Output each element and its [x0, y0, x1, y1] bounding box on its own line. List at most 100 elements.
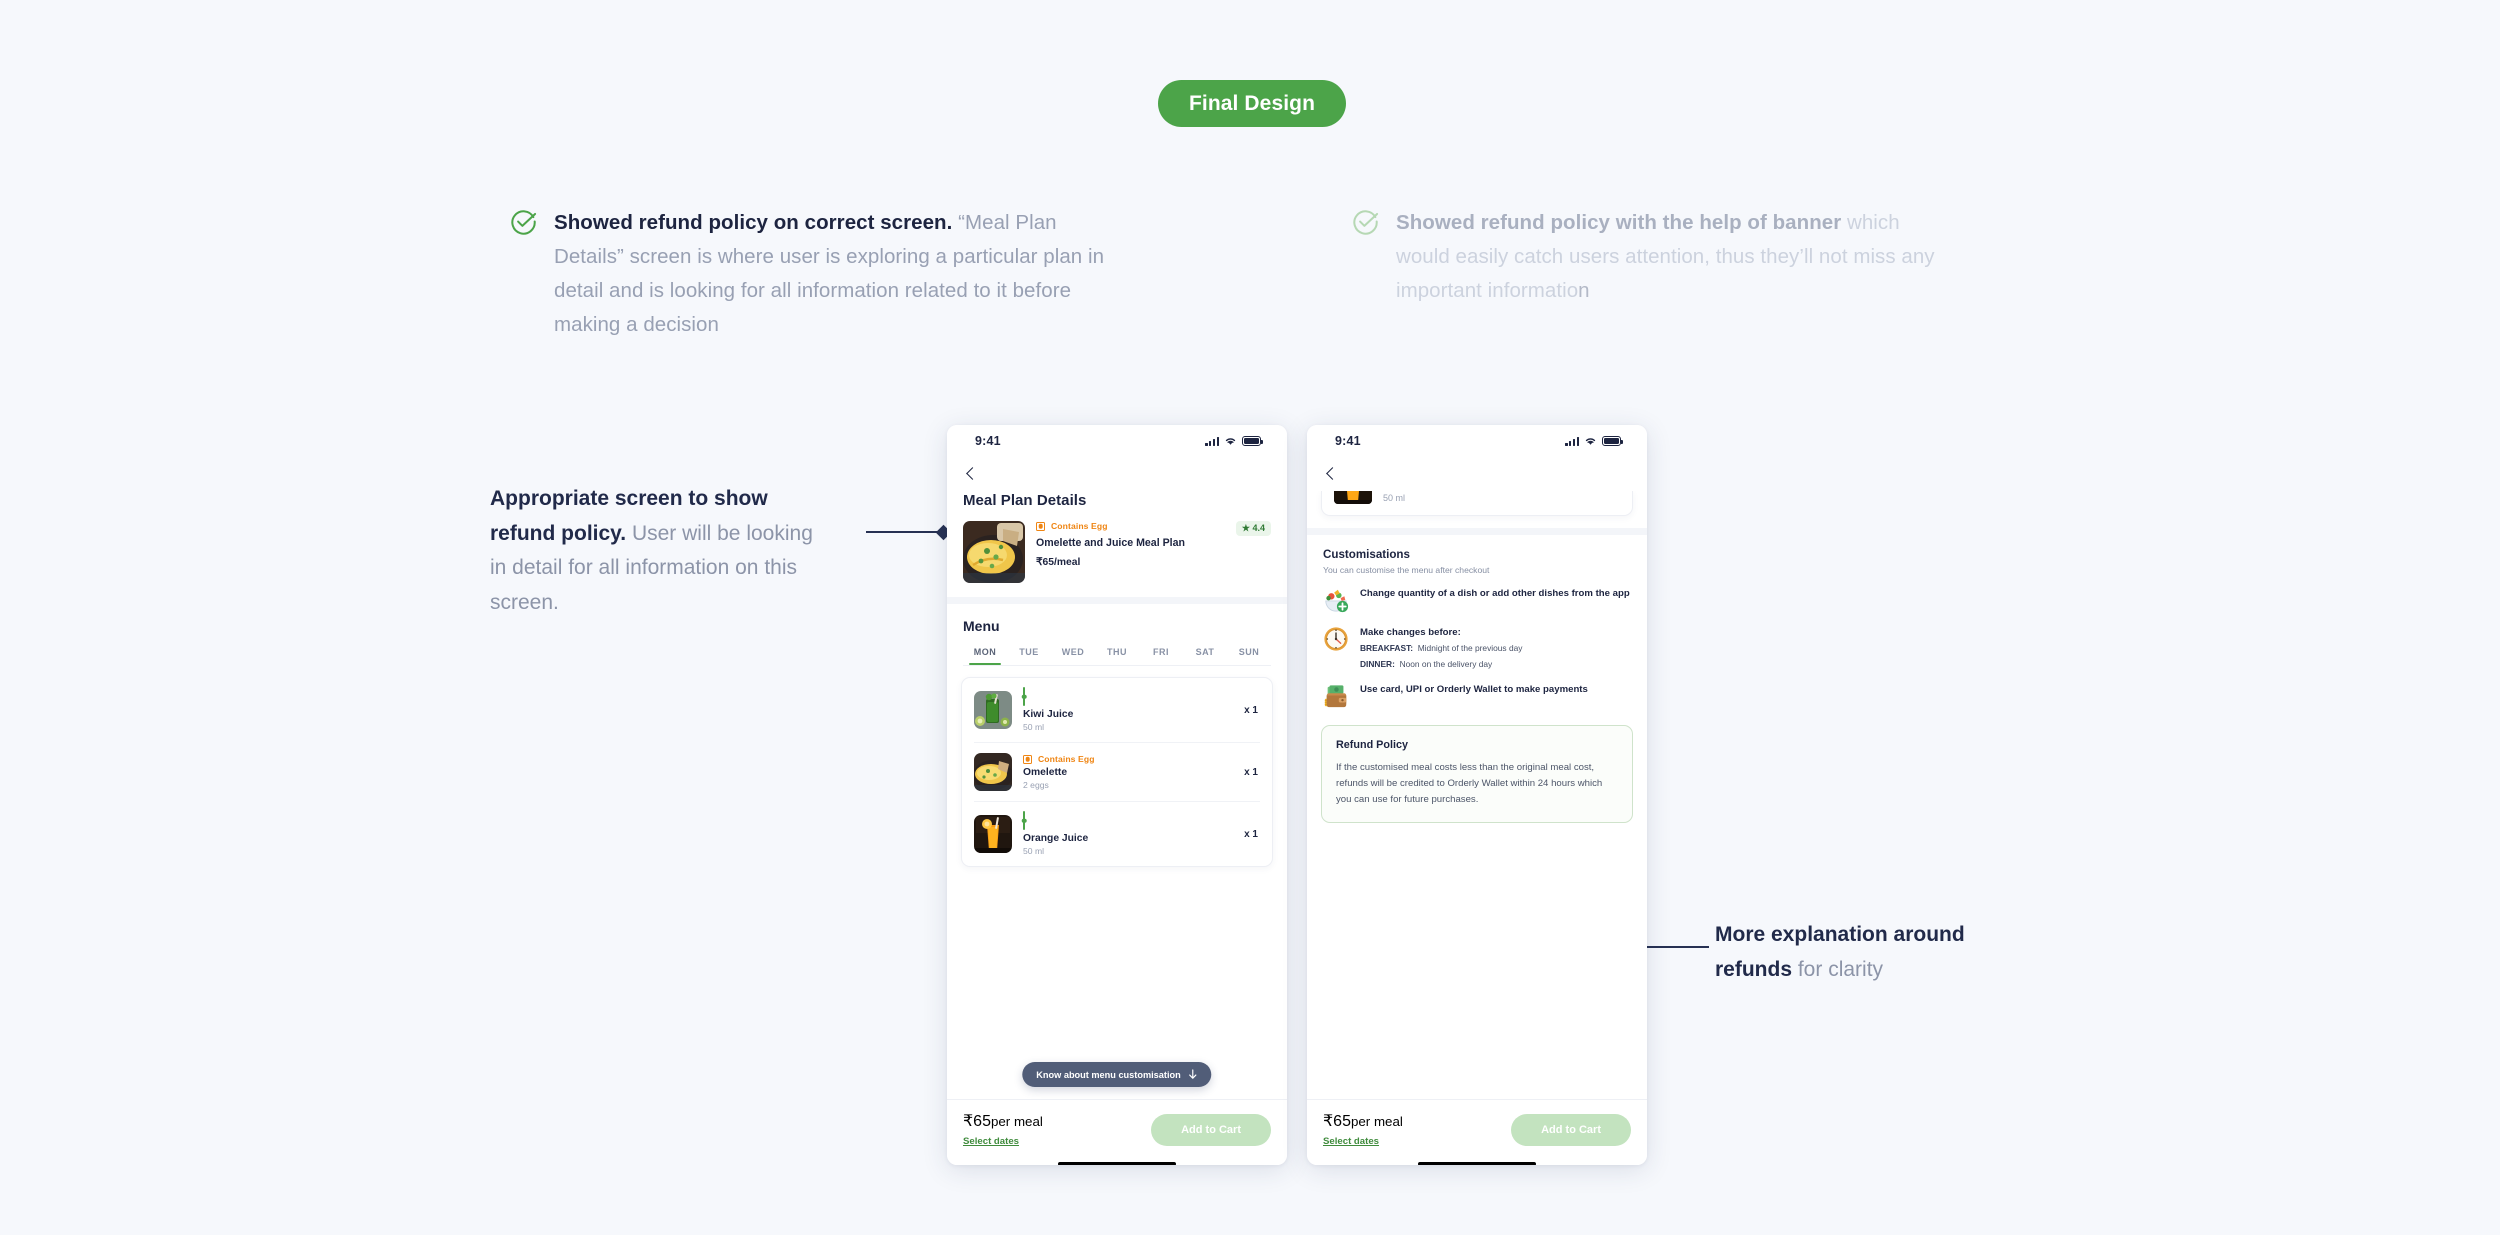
- phone-mockup-meal-plan-details: 9:41 Meal Plan Details Contains Egg Omel…: [947, 425, 1287, 1165]
- list-item-sub: 50 ml: [1383, 492, 1406, 503]
- list-item-name: Omelette: [1023, 767, 1068, 778]
- list-item-body: Contains Egg Omelette 2 eggs: [1023, 754, 1233, 790]
- star-icon: ★: [1241, 523, 1250, 533]
- diet-indicator: Contains Egg: [1023, 754, 1233, 764]
- status-time: 9:41: [975, 434, 1001, 448]
- day-tab-sun[interactable]: SUN: [1227, 647, 1271, 665]
- customisation-row-value: Noon on the delivery day: [1399, 658, 1493, 669]
- select-dates-link[interactable]: Select dates: [963, 1136, 1019, 1147]
- customisation-row-label: BREAKFAST:: [1360, 643, 1414, 654]
- list-item-sub: 2 eggs: [1023, 780, 1049, 790]
- annotation-left: Appropriate screen to show refund policy…: [490, 482, 820, 620]
- day-tab-tue[interactable]: TUE: [1007, 647, 1051, 665]
- menu-heading: Menu: [963, 618, 1000, 634]
- bottom-price-value: ₹65: [1323, 1113, 1351, 1130]
- list-item[interactable]: Kiwi Juice 50 ml x 1: [962, 678, 1272, 742]
- callout-right-tail: n: [1578, 279, 1590, 302]
- list-item-qty: x 1: [1244, 704, 1258, 716]
- cellular-bars-icon: [1205, 436, 1219, 446]
- price-block: ₹65per meal Select dates: [1323, 1111, 1403, 1149]
- customisation-text: Make changes before:: [1360, 627, 1461, 638]
- orange-juice-photo: [1334, 491, 1372, 504]
- refund-policy-title: Refund Policy: [1336, 739, 1408, 752]
- customisation-text: Use card, UPI or Orderly Wallet to make …: [1360, 684, 1588, 696]
- list-item-body: Orange Juice 50 ml: [1023, 811, 1233, 856]
- section-divider: [947, 597, 1287, 604]
- list-item-sub: 50 ml: [1023, 722, 1045, 732]
- status-icons: [1205, 436, 1263, 446]
- veg-mark-icon: [1023, 687, 1025, 706]
- back-chevron-icon[interactable]: [1323, 467, 1337, 481]
- bottom-price: ₹65per meal: [963, 1111, 1043, 1131]
- clock-emoji-icon: [1323, 626, 1349, 652]
- refund-policy-card: Refund Policy If the customised meal cos…: [1321, 725, 1633, 824]
- status-bar: 9:41: [947, 425, 1287, 457]
- callout-left-text: Showed refund policy on correct screen. …: [554, 206, 1110, 342]
- customisation-row: DINNER: Noon on the delivery day: [1360, 658, 1631, 671]
- bottom-action-bar: ₹65per meal Select dates Add to Cart: [1307, 1099, 1647, 1165]
- home-indicator: [1418, 1162, 1536, 1165]
- day-tab-mon[interactable]: MON: [963, 647, 1007, 665]
- day-tabs-rule: [963, 665, 1271, 666]
- check-circle-icon: [510, 208, 537, 342]
- know-about-customisation-pill[interactable]: Know about menu customisation: [1022, 1062, 1212, 1087]
- diet-label: Contains Egg: [1038, 754, 1095, 764]
- battery-icon: [1242, 436, 1263, 446]
- day-tab-wed[interactable]: WED: [1051, 647, 1095, 665]
- egg-mark-icon: [1023, 754, 1032, 764]
- day-tab-sat[interactable]: SAT: [1183, 647, 1227, 665]
- list-item-qty: x 1: [1244, 828, 1258, 840]
- customisations-header: Customisations You can customise the men…: [1307, 535, 1647, 575]
- salad-plus-emoji-icon: [1323, 587, 1349, 613]
- wifi-icon: [1225, 438, 1236, 445]
- add-to-cart-button[interactable]: Add to Cart: [1151, 1114, 1271, 1146]
- status-bar: 9:41: [1307, 425, 1647, 457]
- list-item-body: Kiwi Juice 50 ml: [1023, 687, 1233, 732]
- know-pill-label: Know about menu customisation: [1036, 1069, 1181, 1080]
- orange-juice-photo: [974, 815, 1012, 853]
- bottom-row: ₹65per meal Select dates Add to Cart: [963, 1111, 1271, 1149]
- add-to-cart-button[interactable]: Add to Cart: [1511, 1114, 1631, 1146]
- diet-label: Contains Egg: [1051, 521, 1108, 531]
- plan-info: Contains Egg Omelette and Juice Meal Pla…: [1036, 521, 1225, 583]
- scroll-area[interactable]: Meal Plan Details Contains Egg Omelette …: [947, 491, 1287, 1099]
- bottom-price: ₹65per meal: [1323, 1111, 1403, 1131]
- list-item[interactable]: Orange Juice 50 ml x 1: [962, 802, 1272, 866]
- list-item-qty: x 1: [1244, 766, 1258, 778]
- select-dates-link[interactable]: Select dates: [1323, 1136, 1379, 1147]
- list-item-name: Kiwi Juice: [1023, 709, 1074, 720]
- customisation-row-value: Midnight of the previous day: [1417, 643, 1523, 654]
- home-indicator: [1058, 1162, 1176, 1165]
- bottom-action-bar: ₹65per meal Select dates Add to Cart: [947, 1099, 1287, 1165]
- back-chevron-icon[interactable]: [963, 467, 977, 481]
- list-item[interactable]: Contains Egg Omelette 2 eggs x 1: [962, 743, 1272, 801]
- scroll-area[interactable]: 50 ml Customisations You can customise t…: [1307, 491, 1647, 1099]
- veg-mark-icon: [1023, 811, 1025, 830]
- menu-items-card: Kiwi Juice 50 ml x 1 Contains Egg Omelet…: [961, 677, 1273, 867]
- list-item: Change quantity of a dish or add other d…: [1323, 587, 1631, 613]
- battery-icon: [1602, 436, 1623, 446]
- plan-summary-card[interactable]: Contains Egg Omelette and Juice Meal Pla…: [947, 521, 1287, 597]
- rating-value: 4.4: [1252, 523, 1265, 533]
- list-item[interactable]: 50 ml: [1322, 491, 1632, 515]
- day-tabs[interactable]: MON TUE WED THU FRI SAT SUN: [947, 634, 1287, 665]
- bottom-price-unit: per meal: [1350, 1114, 1403, 1129]
- rating-badge: ★ 4.4: [1235, 521, 1271, 536]
- annotation-right: More explanation around refunds for clar…: [1715, 918, 2045, 987]
- customisations-subtitle: You can customise the menu after checkou…: [1323, 565, 1490, 575]
- egg-mark-icon: [1036, 521, 1045, 531]
- bottom-price-value: ₹65: [963, 1113, 991, 1130]
- page-title-badge: Final Design: [1158, 80, 1346, 127]
- diet-indicator: Contains Egg: [1036, 521, 1225, 531]
- omelette-photo: [974, 753, 1012, 791]
- status-time: 9:41: [1335, 434, 1361, 448]
- list-item-text: Use card, UPI or Orderly Wallet to make …: [1360, 683, 1631, 696]
- customisation-row: BREAKFAST: Midnight of the previous day: [1360, 642, 1631, 655]
- callout-right: Showed refund policy with the help of ba…: [1352, 206, 1952, 308]
- day-tab-thu[interactable]: THU: [1095, 647, 1139, 665]
- arrow-down-icon: [1189, 1069, 1197, 1079]
- callout-right-bold: Showed refund policy with the help of ba…: [1396, 211, 1842, 234]
- day-tab-fri[interactable]: FRI: [1139, 647, 1183, 665]
- callout-left-bold: Showed refund policy on correct screen.: [554, 211, 953, 234]
- page-heading: Meal Plan Details: [963, 492, 1087, 509]
